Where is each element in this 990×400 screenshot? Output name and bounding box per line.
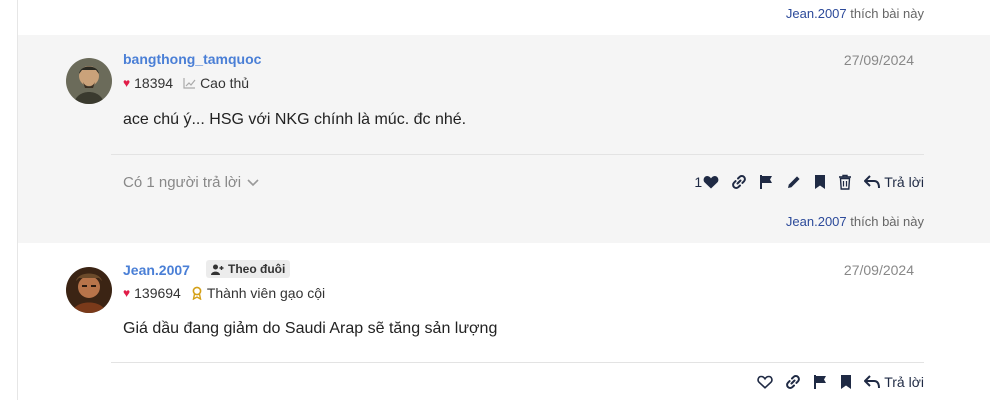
edit-icon[interactable] — [786, 174, 802, 190]
user-meta: ♥ 18394 Cao thủ — [123, 75, 249, 91]
replies-label: Có 1 người trả lời — [123, 174, 242, 191]
reply-label: Trả lời — [884, 374, 924, 390]
heart-outline-icon[interactable] — [757, 375, 773, 389]
user-rank: Cao thủ — [200, 75, 250, 91]
reply-label: Trả lời — [884, 174, 924, 190]
liker-link[interactable]: Jean.2007 — [786, 214, 847, 229]
like-count: 1 — [694, 174, 703, 190]
like-button[interactable]: 1 — [694, 174, 719, 190]
liker-link[interactable]: Jean.2007 — [786, 6, 847, 21]
post-actions: Trả lời — [757, 374, 924, 390]
post-content: ace chú ý... HSG với NKG chính là múc. đ… — [123, 111, 467, 128]
reply-icon — [864, 175, 881, 189]
user-points: 18394 — [134, 75, 174, 91]
divider — [111, 362, 924, 363]
user-points: 139694 — [134, 285, 181, 301]
post-content: Giá dầu đang giảm do Saudi Arap sẽ tăng … — [123, 320, 498, 337]
post-date[interactable]: 27/09/2024 — [844, 262, 914, 278]
heart-icon: ♥ — [123, 286, 131, 300]
divider — [111, 154, 924, 155]
replies-toggle[interactable]: Có 1 người trả lời — [123, 174, 259, 191]
reply-button[interactable]: Trả lời — [864, 374, 924, 390]
reply-icon — [864, 375, 881, 389]
avatar[interactable] — [66, 58, 112, 104]
flag-icon[interactable] — [759, 174, 774, 190]
link-icon[interactable] — [785, 374, 801, 390]
user-plus-icon — [211, 264, 224, 275]
link-icon[interactable] — [731, 174, 747, 190]
heart-filled-icon — [703, 176, 719, 189]
username-link[interactable]: bangthong_tamquoc — [123, 51, 261, 67]
post-item: bangthong_tamquoc 27/09/2024 ♥ 18394 Cao… — [18, 35, 990, 243]
chevron-down-icon — [247, 178, 259, 186]
follow-button[interactable]: Theo đuôi — [206, 260, 291, 278]
flag-icon[interactable] — [813, 374, 828, 390]
username-link[interactable]: Jean.2007 — [123, 262, 190, 278]
follow-label: Theo đuôi — [228, 262, 286, 276]
post-date[interactable]: 27/09/2024 — [844, 52, 914, 68]
post-item: Jean.2007 Theo đuôi 27/09/2024 ♥ 139694 … — [18, 243, 990, 400]
bookmark-icon[interactable] — [814, 174, 826, 190]
award-icon — [191, 286, 203, 300]
trash-icon[interactable] — [838, 174, 852, 190]
heart-icon: ♥ — [123, 76, 131, 90]
reply-button[interactable]: Trả lời — [864, 174, 924, 190]
chart-icon — [183, 77, 196, 89]
user-rank: Thành viên gạo cội — [206, 285, 326, 301]
bookmark-icon[interactable] — [840, 374, 852, 390]
likes-text: thích bài này — [850, 214, 924, 229]
post-likes: Jean.2007 thích bài này — [786, 214, 924, 229]
avatar[interactable] — [66, 267, 112, 313]
user-meta: ♥ 139694 Thành viên gạo cội — [123, 285, 325, 301]
post-actions: 1 Trả lời — [694, 174, 924, 190]
previous-post-likes: Jean.2007 thích bài này — [786, 6, 924, 21]
likes-text: thích bài này — [850, 6, 924, 21]
